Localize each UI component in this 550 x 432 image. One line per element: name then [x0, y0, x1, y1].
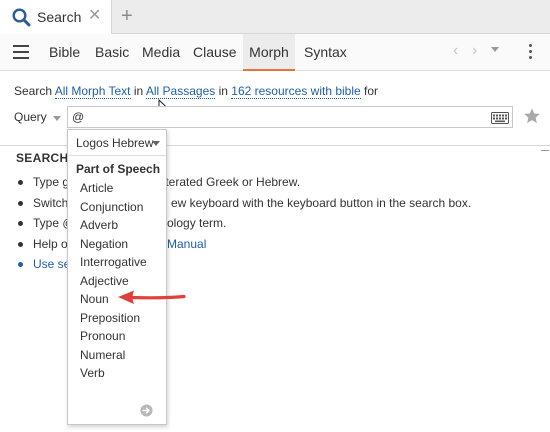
- plus-icon[interactable]: +: [121, 5, 133, 27]
- help-item-start: Switch: [33, 195, 69, 210]
- chevron-down-icon[interactable]: [491, 47, 499, 52]
- passages-link[interactable]: All Passages: [145, 84, 216, 99]
- help-item-end: ew keyboard with the keyboard button in …: [171, 195, 472, 210]
- chevron-right-icon[interactable]: ›: [472, 42, 477, 60]
- tab-label: Search: [37, 9, 82, 25]
- pos-item-noun[interactable]: Noun: [80, 292, 109, 306]
- annotation-arrow-icon: [118, 290, 186, 304]
- pos-item-conjunction[interactable]: Conjunction: [80, 200, 143, 214]
- chevron-down-icon[interactable]: [53, 116, 61, 121]
- tab-morph[interactable]: Morph: [243, 34, 295, 71]
- morph-dropdown: Logos Hebrew Part of Speech Article Conj…: [67, 129, 167, 425]
- search-prefix: Search: [14, 84, 53, 98]
- search-in-1: in: [133, 84, 144, 98]
- pos-item-preposition[interactable]: Preposition: [80, 311, 140, 325]
- pos-item-negation[interactable]: Negation: [80, 237, 128, 251]
- search-scope-line: Search All Morph Text in All Passages in…: [14, 84, 379, 99]
- chevron-left-icon[interactable]: ‹: [453, 42, 458, 60]
- tab-clause[interactable]: Clause: [189, 34, 241, 71]
- resources-link[interactable]: 162 resources with bible: [231, 84, 361, 99]
- search-type-toolbar: Bible Basic Media Clause Morph Syntax ‹ …: [0, 34, 550, 71]
- help-item-start: Type g: [33, 175, 70, 189]
- pos-item-adverb[interactable]: Adverb: [80, 218, 118, 232]
- next-arrow-icon[interactable]: [140, 404, 153, 417]
- close-icon[interactable]: ✕: [88, 7, 101, 25]
- help-item-end: literated Greek or Hebrew.: [160, 175, 301, 189]
- kebab-icon[interactable]: [529, 44, 533, 60]
- pos-item-verb[interactable]: Verb: [80, 366, 105, 380]
- search-icon: [12, 8, 31, 27]
- tab-bible[interactable]: Bible: [45, 34, 84, 71]
- manual-link[interactable]: Manual: [167, 237, 206, 251]
- tab-syntax[interactable]: Syntax: [300, 34, 351, 71]
- pos-item-numeral[interactable]: Numeral: [80, 348, 125, 362]
- query-label: Query: [14, 110, 47, 124]
- pos-item-interrogative[interactable]: Interrogative: [80, 255, 147, 269]
- search-suffix: for: [364, 84, 379, 98]
- help-item-end: ology term.: [167, 216, 227, 230]
- tab-strip: Search ✕ +: [0, 0, 550, 34]
- language-selector[interactable]: Logos Hebrew: [76, 136, 153, 150]
- tab-search[interactable]: Search ✕: [0, 0, 112, 34]
- tab-basic[interactable]: Basic: [91, 34, 133, 71]
- pos-item-article[interactable]: Article: [80, 181, 113, 195]
- pos-item-pronoun[interactable]: Pronoun: [80, 329, 125, 343]
- search-in-2: in: [218, 84, 228, 98]
- keyboard-icon[interactable]: [491, 112, 509, 124]
- help-item-start[interactable]: Use se: [33, 257, 70, 271]
- star-icon[interactable]: [523, 107, 541, 125]
- panel-corner: [541, 150, 549, 151]
- query-input[interactable]: [67, 106, 513, 128]
- menu-icon[interactable]: [13, 45, 29, 59]
- help-heading: SEARCH: [16, 151, 69, 165]
- chevron-down-icon[interactable]: [152, 141, 160, 146]
- help-item-start: Help o: [33, 236, 68, 251]
- divider: [68, 155, 166, 156]
- part-of-speech-heading: Part of Speech: [76, 162, 161, 176]
- text-type-link[interactable]: All Morph Text: [54, 84, 131, 99]
- pos-item-adjective[interactable]: Adjective: [80, 274, 129, 288]
- tab-media[interactable]: Media: [138, 34, 184, 71]
